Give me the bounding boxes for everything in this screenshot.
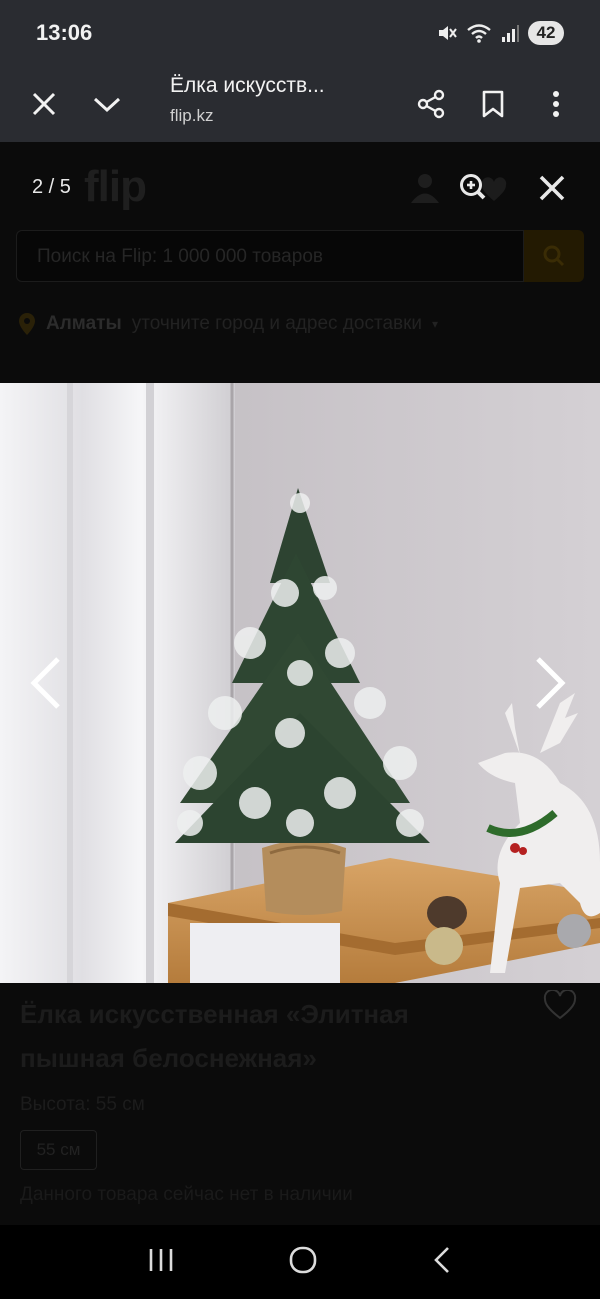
more-vert-icon[interactable]: [534, 82, 578, 126]
city-name: Алматы: [46, 313, 122, 334]
search-button: [524, 230, 584, 282]
share-icon[interactable]: [409, 82, 453, 126]
caret-down-icon: ▾: [432, 317, 439, 331]
delivery-location: Алматы уточните город и адрес доставки ▾: [18, 312, 438, 336]
status-time: 13:06: [36, 20, 93, 45]
page-url: flip.kz: [170, 106, 214, 125]
home-icon[interactable]: [288, 1245, 318, 1280]
browser-title-block[interactable]: Ёлка искусств... flip.kz: [170, 74, 400, 126]
size-option: 55 см: [20, 1130, 97, 1170]
location-hint: уточните город и адрес доставки: [131, 313, 423, 334]
status-icons: 42: [436, 21, 564, 45]
back-icon[interactable]: [431, 1245, 453, 1280]
close-gallery-icon[interactable]: [534, 170, 570, 206]
status-bar: 13:06 42: [0, 0, 600, 66]
wifi-icon: [467, 24, 491, 43]
height-label: Высота: 55 см: [20, 1094, 145, 1115]
stock-note: Данного товара сейчас нет в наличии: [20, 1184, 353, 1205]
close-icon[interactable]: [22, 82, 66, 126]
search-icon: [543, 245, 565, 267]
recents-icon[interactable]: [147, 1247, 175, 1278]
chevron-down-icon[interactable]: [85, 82, 129, 126]
zoom-in-icon[interactable]: [458, 170, 508, 206]
mute-icon: [439, 26, 457, 40]
favorite-heart-icon: [543, 988, 577, 1025]
chevron-right-icon[interactable]: [530, 655, 570, 711]
user-icon: [404, 166, 446, 208]
page-title: Ёлка искусств...: [170, 74, 325, 97]
browser-toolbar: Ёлка искусств... flip.kz: [0, 66, 600, 142]
bookmark-icon[interactable]: [471, 82, 515, 126]
battery-badge: 42: [528, 21, 564, 45]
signal-icon: [502, 25, 519, 42]
system-nav-bar: [0, 1225, 600, 1299]
location-pin-icon: [19, 313, 35, 335]
chevron-left-icon[interactable]: [26, 655, 66, 711]
product-photo[interactable]: [0, 383, 600, 983]
gallery-counter: 2 / 5: [32, 176, 71, 198]
product-title: Ёлка искусственная «Элитная пышная белос…: [20, 999, 409, 1073]
site-logo: flip: [84, 162, 147, 211]
search-input: Поиск на Flip: 1 000 000 товаров: [16, 230, 524, 282]
